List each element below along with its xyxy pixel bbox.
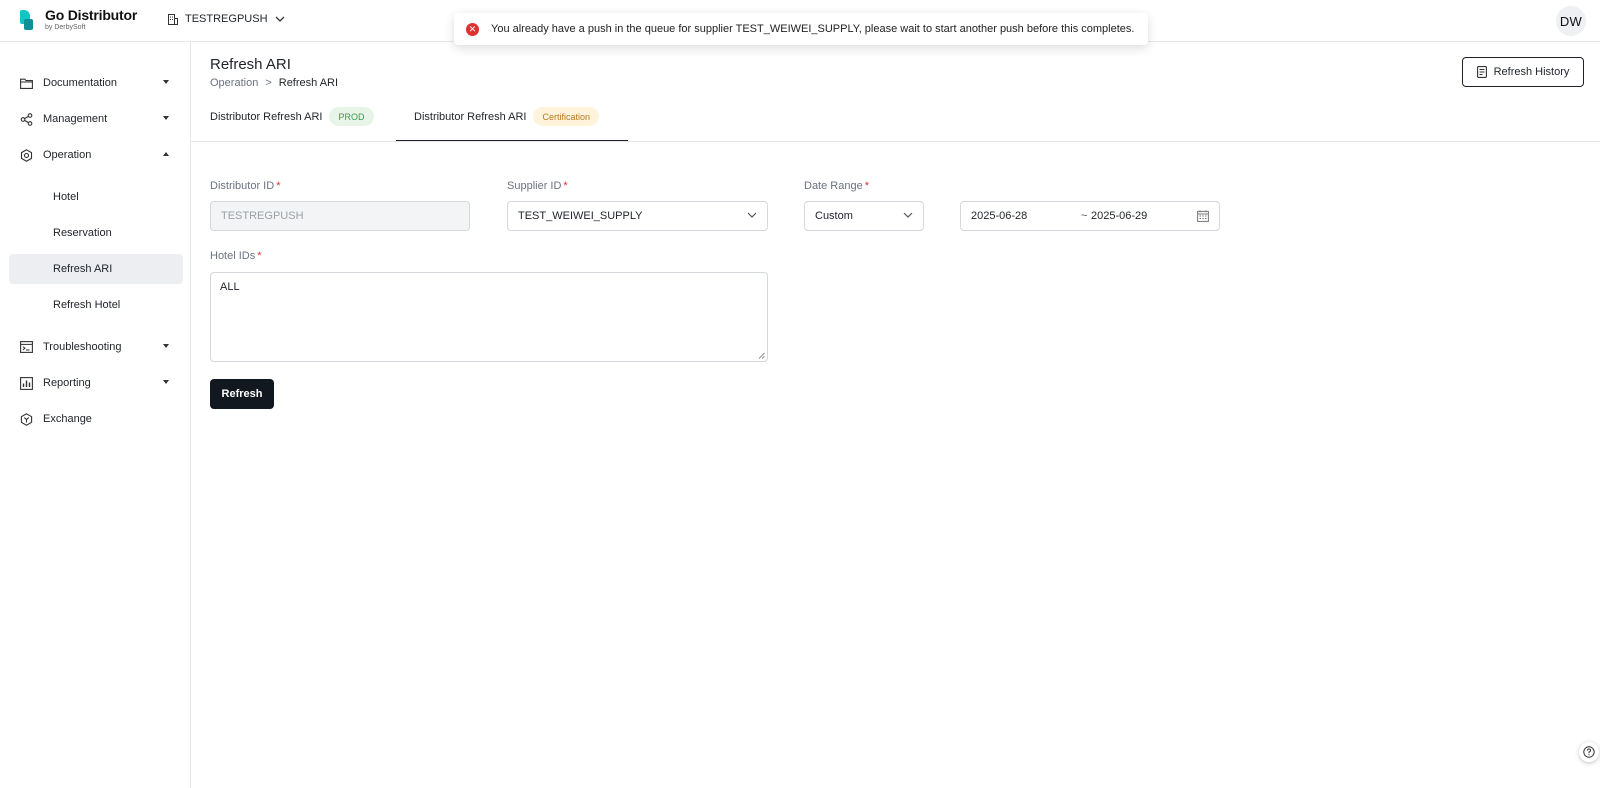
caret-up-icon — [163, 152, 169, 156]
breadcrumb: Operation > Refresh ARI — [210, 77, 338, 89]
error-toast: ✕ You already have a push in the queue f… — [454, 13, 1148, 45]
breadcrumb-separator: > — [265, 77, 272, 89]
building-icon — [168, 13, 178, 25]
sidebar: Documentation Management Operation Hotel… — [0, 42, 191, 788]
sidebar-item-label: Exchange — [43, 413, 92, 425]
gear-icon — [19, 148, 33, 162]
date-range-start[interactable]: 2025-06-28 — [971, 210, 1027, 222]
sidebar-item-label: Troubleshooting — [43, 341, 122, 353]
history-document-icon — [1476, 66, 1487, 78]
app-logo[interactable]: Go Distributor by DerbySoft — [20, 8, 137, 31]
sidebar-item-operation[interactable]: Operation — [9, 140, 183, 170]
caret-down-icon — [163, 344, 169, 348]
sidebar-item-label: Documentation — [43, 77, 117, 89]
sidebar-subitem-refresh-hotel[interactable]: Refresh Hotel — [9, 290, 183, 320]
tab-certification[interactable]: Distributor Refresh ARI Certification — [414, 107, 600, 141]
date-range-end[interactable]: 2025-06-29 — [1091, 210, 1147, 222]
required-mark: * — [563, 180, 568, 192]
required-mark: * — [276, 180, 281, 192]
hotel-ids-textarea[interactable]: ALL — [210, 272, 768, 362]
help-icon — [1583, 746, 1595, 758]
chevron-down-icon — [747, 212, 757, 218]
refresh-button[interactable]: Refresh — [210, 379, 274, 409]
chevron-down-icon — [903, 212, 913, 218]
toast-message: You already have a push in the queue for… — [491, 23, 1135, 35]
breadcrumb-item-operation[interactable]: Operation — [210, 77, 258, 89]
share-icon — [19, 112, 33, 126]
sidebar-item-label: Reporting — [43, 377, 91, 389]
tab-label: Distributor Refresh ARI — [210, 111, 323, 123]
supplier-id-select[interactable]: TEST_WEIWEI_SUPPLY — [507, 201, 768, 231]
hotel-ids-value: ALL — [220, 281, 240, 293]
tabs-divider — [191, 141, 1600, 142]
sidebar-item-exchange[interactable]: Exchange — [9, 404, 183, 434]
chevron-down-icon — [275, 16, 284, 22]
sidebar-item-label: Operation — [43, 149, 92, 161]
sidebar-item-label: Management — [43, 113, 108, 125]
exchange-icon — [19, 412, 33, 426]
app-title: Go Distributor — [45, 7, 138, 23]
distributor-id-field: TESTREGPUSH — [210, 201, 470, 231]
sidebar-item-documentation[interactable]: Documentation — [9, 68, 183, 98]
label-text: Hotel IDs — [210, 250, 256, 262]
date-range-mode-value: Custom — [815, 210, 853, 222]
logo-mark-icon — [20, 9, 36, 30]
date-range-mode-select[interactable]: Custom — [804, 201, 924, 231]
folder-icon — [19, 76, 33, 90]
org-switcher[interactable]: TESTREGPUSH — [168, 13, 285, 25]
sidebar-subitem-reservation[interactable]: Reservation — [9, 218, 183, 248]
sidebar-item-management[interactable]: Management — [9, 104, 183, 134]
supplier-id-label: Supplier ID * — [507, 180, 568, 192]
breadcrumb-item-current: Refresh ARI — [278, 77, 339, 89]
org-name: TESTREGPUSH — [185, 13, 268, 25]
bar-chart-icon — [19, 376, 33, 390]
sidebar-subitem-refresh-ari[interactable]: Refresh ARI — [9, 254, 183, 284]
tab-label: Distributor Refresh ARI — [414, 111, 527, 123]
date-range-separator: ~ — [1081, 210, 1088, 222]
sidebar-item-reporting[interactable]: Reporting — [9, 368, 183, 398]
label-text: Distributor ID — [210, 180, 275, 192]
caret-down-icon — [163, 380, 169, 384]
page-title: Refresh ARI — [210, 56, 291, 73]
calendar-icon[interactable] — [1197, 210, 1209, 222]
required-mark: * — [864, 180, 869, 192]
env-badge-certification: Certification — [533, 107, 600, 126]
required-mark: * — [257, 250, 262, 262]
sidebar-subitem-hotel[interactable]: Hotel — [9, 182, 183, 212]
hotel-ids-label: Hotel IDs * — [210, 250, 262, 262]
user-avatar[interactable]: DW — [1556, 6, 1586, 36]
help-button[interactable] — [1579, 742, 1599, 762]
caret-down-icon — [163, 116, 169, 120]
distributor-id-value: TESTREGPUSH — [221, 210, 304, 222]
tab-prod[interactable]: Distributor Refresh ARI PROD — [210, 107, 374, 141]
refresh-history-button[interactable]: Refresh History — [1462, 57, 1584, 87]
refresh-history-label: Refresh History — [1493, 66, 1570, 78]
resize-grip-icon[interactable] — [758, 352, 765, 359]
label-text: Supplier ID — [507, 180, 562, 192]
error-icon: ✕ — [466, 22, 479, 36]
date-range-picker[interactable]: 2025-06-28 ~ 2025-06-29 — [960, 201, 1220, 231]
caret-down-icon — [163, 80, 169, 84]
app-subtitle: by DerbySoft — [45, 24, 86, 31]
label-text: Date Range — [804, 180, 863, 192]
terminal-icon — [19, 340, 33, 354]
date-range-label: Date Range * — [804, 180, 869, 192]
supplier-id-value: TEST_WEIWEI_SUPPLY — [518, 210, 643, 222]
sidebar-item-troubleshooting[interactable]: Troubleshooting — [9, 332, 183, 362]
distributor-id-label: Distributor ID * — [210, 180, 280, 192]
env-badge-prod: PROD — [329, 107, 374, 126]
